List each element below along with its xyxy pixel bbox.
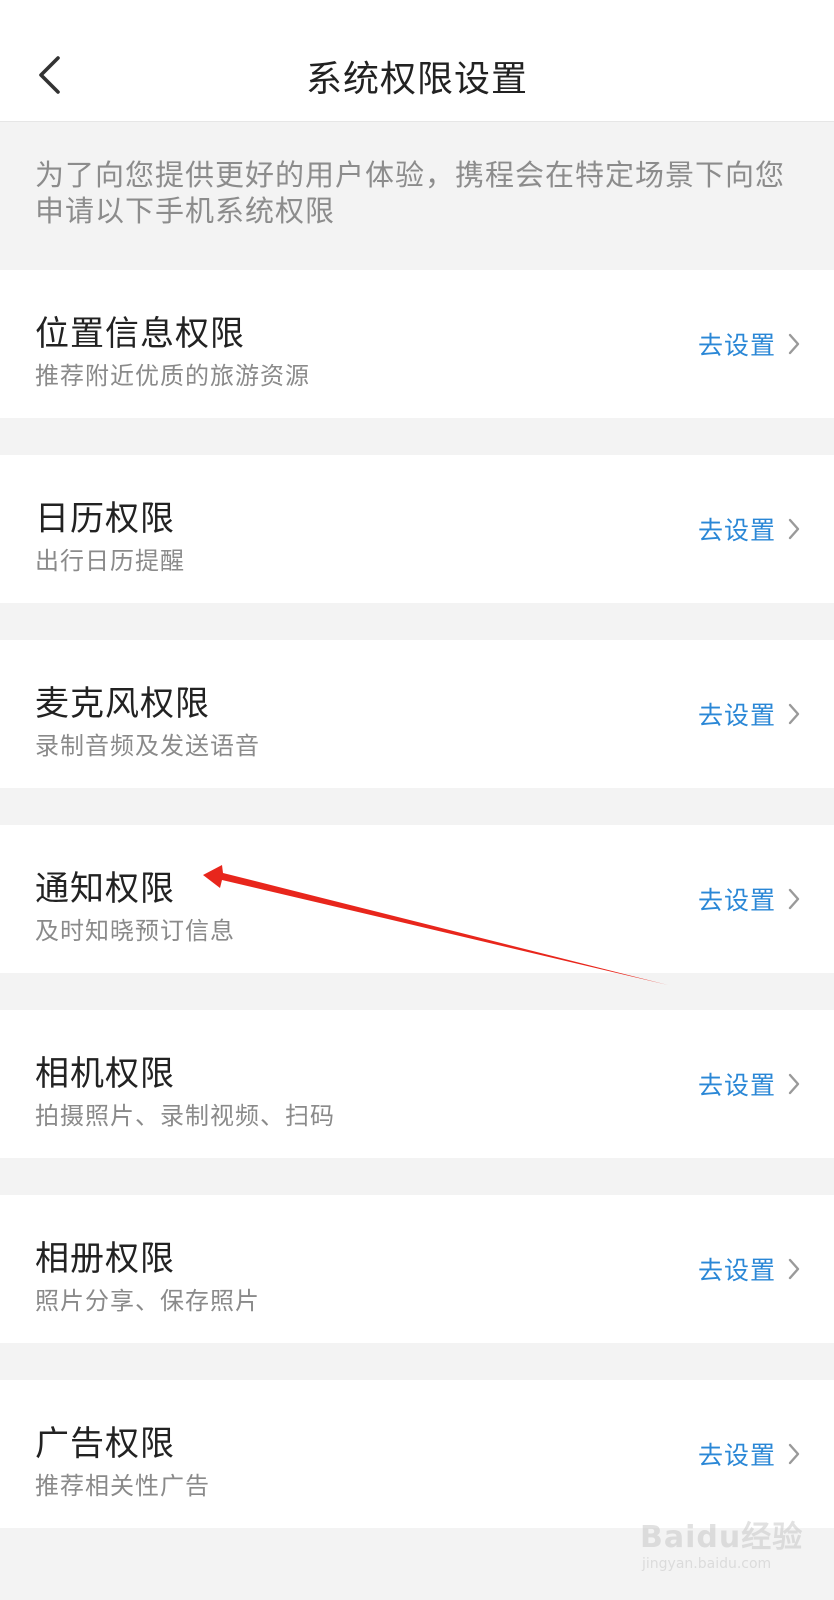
permission-title: 广告权限 [35,1424,175,1464]
go-settings-button[interactable]: 去设置 [698,696,800,732]
permission-title: 相册权限 [35,1239,175,1279]
permission-row-album[interactable]: 相册权限 照片分享、保存照片 去设置 [0,1195,834,1343]
chevron-right-icon [788,1443,800,1465]
permission-row-ads[interactable]: 广告权限 推荐相关性广告 去设置 [0,1380,834,1528]
go-settings-label: 去设置 [697,516,776,545]
permission-row-camera[interactable]: 相机权限 拍摄照片、录制视频、扫码 去设置 [0,1010,834,1158]
permission-description: 推荐附近优质的旅游资源 [35,362,310,390]
permission-title: 麦克风权限 [35,684,210,724]
permission-title: 通知权限 [35,869,175,909]
chevron-right-icon [788,1258,800,1280]
permission-list: 位置信息权限 推荐附近优质的旅游资源 去设置 日历权限 出行日历提醒 去设置 麦… [0,270,834,1565]
permission-title: 相机权限 [35,1054,175,1094]
chevron-right-icon [788,888,800,910]
watermark-url: jingyan.baidu.com [642,1556,772,1572]
permission-row-microphone[interactable]: 麦克风权限 录制音频及发送语音 去设置 [0,640,834,788]
chevron-right-icon [788,518,800,540]
go-settings-button[interactable]: 去设置 [698,511,800,547]
top-bar: 系统权限设置 [0,0,834,122]
permission-notice: 为了向您提供更好的用户体验，携程会在特定场景下向您申请以下手机系统权限 [35,158,786,228]
permission-description: 照片分享、保存照片 [35,1287,260,1315]
permission-row-calendar[interactable]: 日历权限 出行日历提醒 去设置 [0,455,834,603]
permission-description: 推荐相关性广告 [35,1472,210,1500]
page-title: 系统权限设置 [305,59,528,100]
permission-title: 日历权限 [35,499,175,539]
chevron-right-icon [788,333,800,355]
go-settings-button[interactable]: 去设置 [698,881,800,917]
go-settings-label: 去设置 [697,701,776,730]
permission-row-notification[interactable]: 通知权限 及时知晓预订信息 去设置 [0,825,834,973]
permission-description: 出行日历提醒 [35,547,185,575]
permission-description: 及时知晓预订信息 [35,917,235,945]
go-settings-label: 去设置 [697,886,776,915]
permission-title: 位置信息权限 [35,314,245,354]
go-settings-label: 去设置 [697,1071,776,1100]
chevron-right-icon [788,1073,800,1095]
permission-row-location[interactable]: 位置信息权限 推荐附近优质的旅游资源 去设置 [0,270,834,418]
go-settings-button[interactable]: 去设置 [698,326,800,362]
go-settings-button[interactable]: 去设置 [698,1066,800,1102]
go-settings-button[interactable]: 去设置 [698,1251,800,1287]
go-settings-label: 去设置 [697,1441,776,1470]
go-settings-label: 去设置 [697,331,776,360]
permission-description: 录制音频及发送语音 [35,732,260,760]
chevron-right-icon [788,703,800,725]
watermark: Baidu经验 jingyan.baidu.com [640,1512,820,1582]
watermark-logo: Baidu经验 [640,1520,804,1555]
go-settings-label: 去设置 [697,1256,776,1285]
permission-description: 拍摄照片、录制视频、扫码 [35,1102,335,1130]
go-settings-button[interactable]: 去设置 [698,1436,800,1472]
